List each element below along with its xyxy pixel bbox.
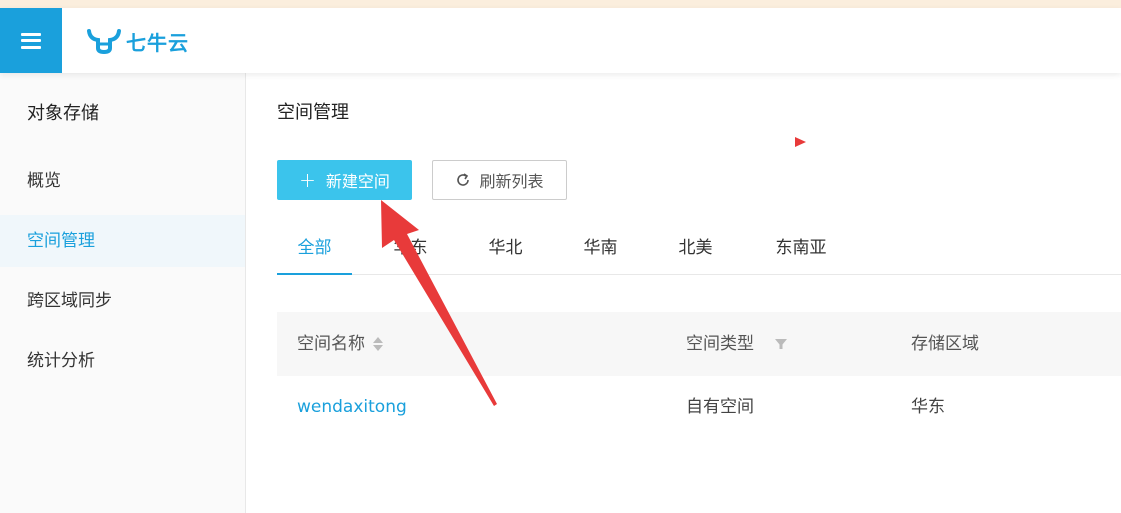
bucket-name-link[interactable]: wendaxitong <box>297 376 407 438</box>
storage-region-cell: 华东 <box>911 397 945 417</box>
plus-icon: + <box>299 168 316 192</box>
logo-text: 七牛云 <box>126 30 189 55</box>
sidebar-title: 对象存储 <box>27 103 99 124</box>
column-bucket-name[interactable]: 空间名称 <box>297 312 383 376</box>
tab-south-china[interactable]: 华南 <box>563 222 638 275</box>
region-tabs: 全部 华东 华北 华南 北美 东南亚 <box>277 222 1121 275</box>
column-storage-region: 存储区域 <box>911 334 979 354</box>
column-bucket-type[interactable]: 空间类型 <box>686 312 788 376</box>
sidebar-item-bucket-management[interactable]: 空间管理 <box>0 215 245 267</box>
tab-north-america[interactable]: 北美 <box>658 222 733 275</box>
app-header: 七牛云 <box>0 8 1121 73</box>
sort-icon[interactable] <box>373 336 383 352</box>
tab-all[interactable]: 全部 <box>277 222 352 275</box>
table-header: 空间名称 空间类型 存储区域 <box>277 312 1121 376</box>
tab-east-china[interactable]: 华东 <box>373 222 448 275</box>
new-bucket-button[interactable]: + 新建空间 <box>277 160 412 200</box>
refresh-list-label: 刷新列表 <box>479 172 544 191</box>
sidebar: 对象存储 概览 空间管理 跨区域同步 统计分析 <box>0 73 246 513</box>
bucket-type-cell: 自有空间 <box>686 397 754 417</box>
menu-button[interactable] <box>0 8 62 73</box>
page-title: 空间管理 <box>277 102 349 123</box>
refresh-list-button[interactable]: 刷新列表 <box>432 160 567 200</box>
table-row: wendaxitong 自有空间 华东 <box>277 376 1121 438</box>
column-bucket-name-label: 空间名称 <box>297 334 365 354</box>
annotation-small-triangle <box>795 137 806 147</box>
bull-logo-icon <box>87 29 121 54</box>
sidebar-item-statistics[interactable]: 统计分析 <box>0 335 245 387</box>
logo[interactable]: 七牛云 <box>86 26 189 56</box>
sidebar-item-cross-region-sync[interactable]: 跨区域同步 <box>0 275 245 327</box>
column-bucket-type-label: 空间类型 <box>686 334 754 354</box>
new-bucket-label: 新建空间 <box>325 172 390 191</box>
tab-north-china[interactable]: 华北 <box>468 222 543 275</box>
filter-icon[interactable] <box>774 337 788 351</box>
sidebar-item-overview[interactable]: 概览 <box>0 155 245 207</box>
top-notice-strip <box>0 0 1121 8</box>
tab-southeast-asia[interactable]: 东南亚 <box>757 222 845 275</box>
hamburger-icon <box>21 32 41 49</box>
refresh-icon <box>457 173 470 186</box>
